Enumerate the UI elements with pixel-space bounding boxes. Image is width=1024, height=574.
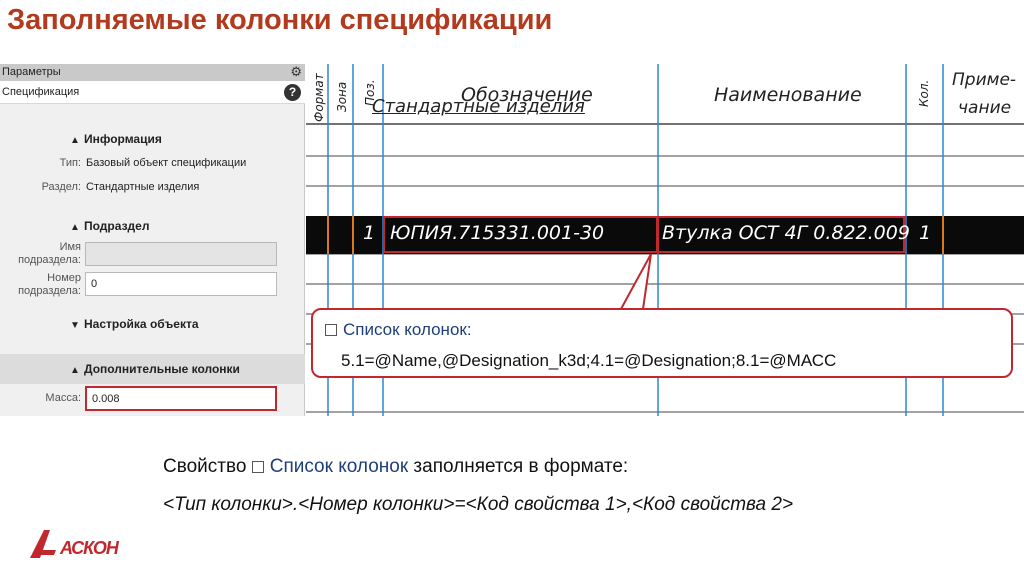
description-highlight: Список колонок (269, 456, 409, 477)
section-label: Раздел: (41, 181, 81, 193)
chevron-up-icon: ▲ (70, 222, 80, 233)
section-info-label: Информация (84, 132, 162, 146)
checkbox-square-icon (251, 461, 264, 473)
chevron-up-icon: ▲ (70, 365, 80, 376)
subsection-number-field[interactable]: 0 (85, 272, 277, 296)
checkbox-square-icon (325, 324, 337, 336)
logo-text: АСКОН (60, 538, 119, 558)
section-object-settings-toggle[interactable]: ▼ Настройка объекта (70, 317, 199, 331)
description-prefix: Свойство (163, 456, 252, 477)
type-label: Тип: (59, 157, 81, 169)
col-header-zone: Зона (335, 81, 349, 112)
col-header-format: Формат (312, 73, 326, 122)
section-subsection-toggle[interactable]: ▲ Подраздел (70, 219, 149, 233)
col-header-qty: Кол. (917, 79, 931, 107)
type-value: Базовый объект спецификации (86, 157, 247, 169)
panel-header: Параметры ⚙ (0, 64, 305, 81)
subsection-name-label: Имя подраздела: (18, 241, 81, 267)
callout-pointer (619, 253, 652, 310)
properties-panel: Параметры ⚙ Спецификация ? ▲ Информация Т… (0, 64, 305, 416)
col-header-name: Наименование (714, 84, 862, 106)
subsection-name-label-line1: Имя (59, 241, 81, 253)
subsection-name-label-line2: подраздела: (18, 254, 81, 266)
subsection-number-label: Номер подраздела: (18, 272, 81, 298)
section-value: Стандартные изделия (86, 181, 200, 193)
gear-icon[interactable]: ⚙ (290, 65, 302, 79)
col-header-note-line2: чание (958, 98, 1012, 118)
panel-header-label: Параметры (2, 66, 61, 78)
spec-section-title: Стандартные изделия (372, 96, 585, 117)
subsection-number-label-line1: Номер (47, 272, 81, 284)
subsection-number-label-line2: подраздела: (18, 285, 81, 297)
selected-row-name[interactable]: Втулка ОСТ 4Г 0.822.009 (662, 222, 910, 244)
panel-subheader-label: Спецификация (2, 86, 80, 98)
selected-row-qty[interactable]: 1 (919, 222, 931, 244)
callout-title-text: Список колонок: (343, 320, 472, 339)
callout-value: 5.1=@Name,@Designation_k3d;4.1=@Designat… (341, 351, 837, 370)
section-extra-columns-label: Дополнительные колонки (84, 362, 240, 376)
section-subsection-label: Подраздел (84, 219, 150, 233)
panel-subheader: Спецификация ? (0, 81, 305, 104)
selected-row-pos[interactable]: 1 (363, 222, 375, 244)
mass-field[interactable]: 0.008 (85, 386, 277, 411)
mass-label: Масса: (45, 392, 81, 404)
section-extra-columns-toggle[interactable]: ▲ Дополнительные колонки (70, 362, 240, 376)
chevron-up-icon: ▲ (70, 135, 80, 146)
chevron-down-icon: ▼ (70, 320, 80, 331)
description-suffix: заполняется в формате: (408, 456, 629, 477)
subsection-name-field[interactable] (85, 242, 277, 266)
description-line1: Свойство Список колонок заполняется в фо… (163, 456, 628, 478)
callout-title: Список колонок: (325, 320, 472, 340)
column-list-callout: Список колонок: 5.1=@Name,@Designation_k… (311, 308, 1013, 378)
logo-mark-bar (36, 550, 56, 555)
section-info-toggle[interactable]: ▲ Информация (70, 132, 162, 146)
help-icon[interactable]: ? (284, 84, 301, 101)
slide-title: Заполняемые колонки спецификации (7, 4, 553, 36)
selected-row-designation[interactable]: ЮПИЯ.715331.001-30 (390, 222, 604, 244)
description-line2: <Тип колонки>.<Номер колонки>=<Код свойс… (163, 494, 794, 515)
col-header-note-line1: Приме- (952, 70, 1017, 90)
section-object-settings-label: Настройка объекта (84, 317, 199, 331)
